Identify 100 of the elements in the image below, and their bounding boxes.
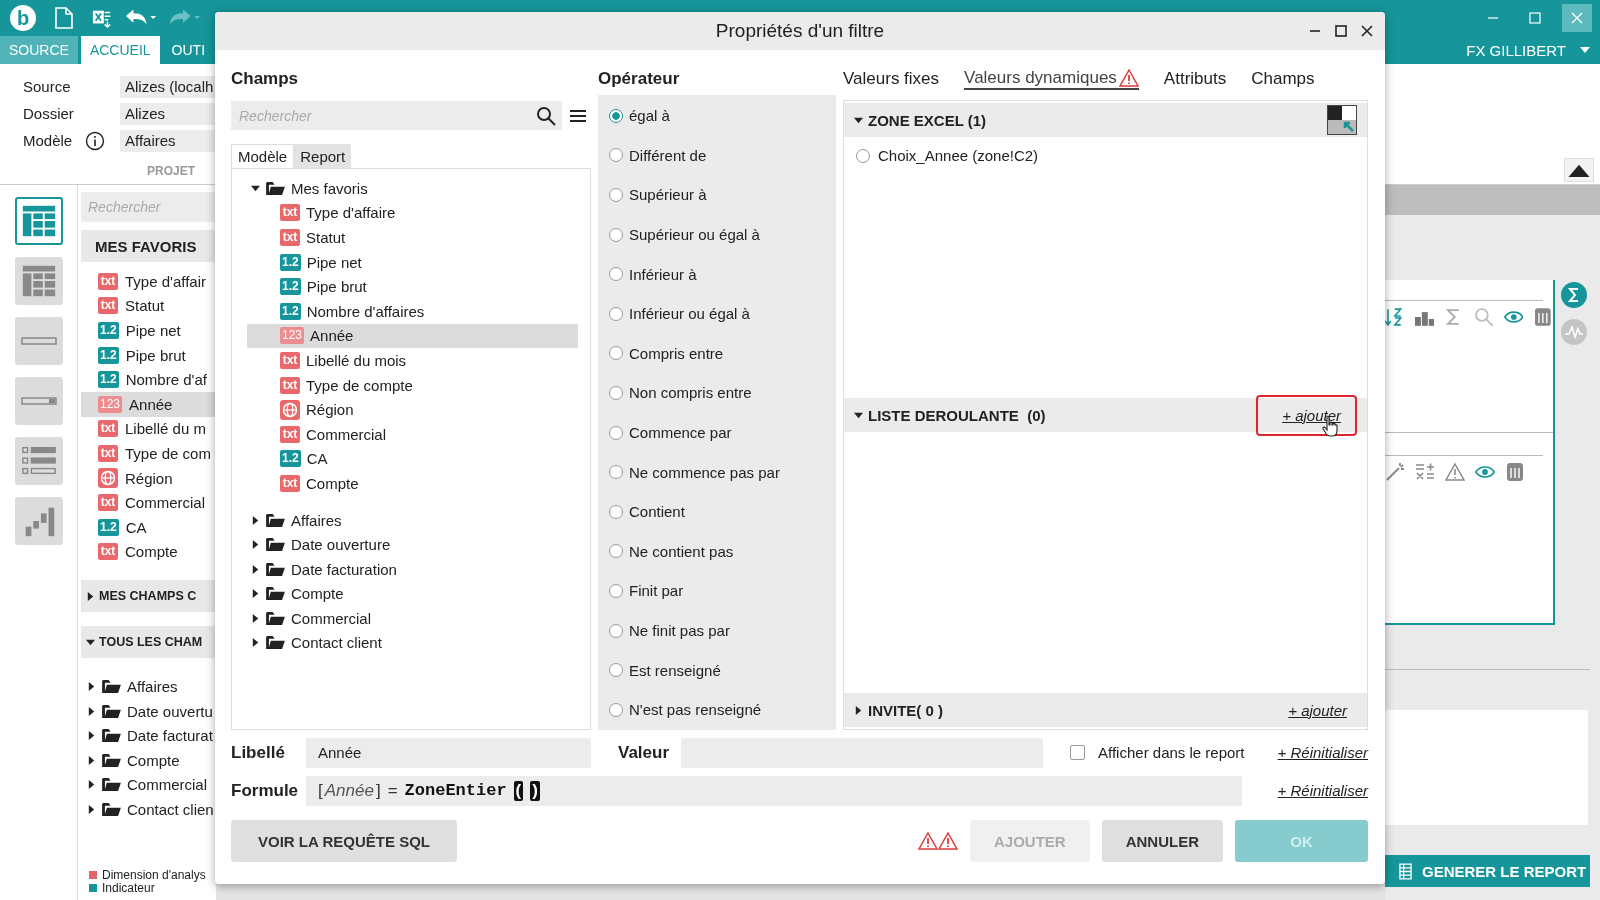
tree-label[interactable]: Affaires (127, 677, 178, 695)
radio-option[interactable]: Compris entre (598, 333, 836, 374)
reset-link[interactable]: + Réinitialiser (1277, 782, 1368, 799)
view-button[interactable] (14, 317, 63, 365)
trash-icon[interactable] (1533, 307, 1554, 327)
section-header[interactable]: ZONE EXCEL (1) (844, 103, 1367, 137)
caret-down-icon[interactable] (854, 115, 863, 125)
sum-icon[interactable] (1561, 282, 1587, 308)
caret-down-icon[interactable] (86, 637, 95, 647)
trash-icon[interactable] (1505, 462, 1525, 482)
formula-input[interactable]: [Année] = ZoneEntier ( ) (306, 775, 1242, 806)
caret-down-icon[interactable] (251, 183, 260, 193)
radio-option[interactable]: Ne commence pas par (598, 452, 836, 492)
tree-row[interactable]: txt Libellé du mois (247, 348, 578, 373)
radio-button[interactable] (609, 267, 623, 282)
tree-row[interactable]: Compte (247, 581, 578, 607)
tree-row[interactable]: txt Commercial (247, 421, 578, 447)
caret-right-icon[interactable] (251, 638, 260, 648)
app-logo[interactable]: b (10, 5, 36, 31)
tree-row[interactable]: txt Compte (247, 471, 578, 496)
action-button[interactable]: ANNULER (1101, 820, 1223, 862)
radio-option[interactable]: Supérieur à (598, 175, 836, 215)
radio-option[interactable]: Commence par (598, 412, 836, 453)
radio-option[interactable]: Différent de (598, 135, 836, 176)
tree-row[interactable]: Affaires (247, 507, 578, 533)
radio-button[interactable] (609, 663, 623, 678)
tab[interactable]: Valeurs fixes (843, 68, 940, 89)
radio-option[interactable]: Non compris entre (598, 373, 836, 413)
dropdown-field[interactable]: Alizes (120, 102, 215, 125)
field-row[interactable]: txt Type de com (81, 441, 216, 466)
radio-option[interactable]: égal à (598, 96, 836, 136)
view-button[interactable] (14, 377, 63, 425)
tab[interactable]: Report (294, 144, 352, 168)
user-name[interactable]: FX GILLIBERT (1466, 41, 1566, 59)
sql-query-button[interactable]: VOIR LA REQUÊTE SQL (231, 820, 457, 862)
tree-row[interactable]: txt Type d'affaire (247, 200, 578, 226)
cell-picker-icon[interactable] (1327, 105, 1357, 135)
section-header[interactable]: TOUS LES CHAM (81, 626, 216, 659)
radio-button[interactable] (609, 425, 623, 440)
field-row[interactable]: txt Statut (81, 293, 216, 319)
caret-right-icon[interactable] (251, 515, 260, 525)
radio-option[interactable]: Supérieur ou égal à (598, 214, 836, 255)
caret-right-icon[interactable] (251, 589, 260, 599)
radio-option[interactable]: N'est pas renseigné (598, 689, 836, 730)
radio-button[interactable] (609, 306, 623, 321)
caret-right-icon[interactable] (87, 706, 96, 716)
caret-right-icon[interactable] (87, 780, 96, 790)
tree-label[interactable]: Date facturat (127, 727, 213, 745)
radio-button[interactable] (609, 544, 623, 559)
view-button[interactable] (14, 257, 63, 305)
new-document-icon[interactable] (54, 7, 74, 29)
radio-option[interactable]: Finit par (598, 571, 836, 611)
tab[interactable]: Champs (1251, 68, 1315, 89)
radio-button[interactable] (609, 227, 623, 242)
tree-row[interactable]: 1.2 Nombre d'affaires (247, 298, 578, 324)
radio-option[interactable]: Ne contient pas (598, 531, 836, 572)
view-button[interactable] (14, 437, 63, 485)
section-header[interactable]: MES CHAMPS C (81, 580, 216, 613)
tab[interactable]: Modèle (231, 144, 295, 168)
caret-right-icon[interactable] (251, 564, 260, 574)
caret-right-icon[interactable] (251, 613, 260, 623)
radio-button[interactable] (856, 148, 870, 163)
caret-right-icon[interactable] (87, 755, 96, 765)
scroll-up-icon[interactable] (1564, 158, 1594, 182)
label-input[interactable]: Année (306, 737, 591, 768)
tree-row[interactable]: Mes favoris (247, 176, 578, 201)
field-row[interactable]: txt Libellé du m (81, 416, 216, 442)
search-icon[interactable] (536, 105, 556, 126)
tree-row[interactable]: Région (247, 397, 578, 422)
sort-icon[interactable] (1385, 307, 1405, 327)
tree-row[interactable]: Commercial (247, 606, 578, 631)
field-row[interactable]: txt Commercial (81, 490, 216, 515)
field-row[interactable]: 1.2 Nombre d'af (81, 367, 216, 392)
view-button[interactable] (14, 497, 63, 545)
tree-row[interactable]: Date ouverture (247, 532, 578, 557)
radio-button[interactable] (609, 623, 623, 638)
tree-label[interactable]: Compte (127, 751, 180, 769)
tree-label[interactable]: Contact clien (127, 800, 214, 818)
tree-row[interactable]: txt Statut (247, 225, 578, 250)
radio-button[interactable] (609, 188, 623, 202)
generate-report-button[interactable]: GENERER LE REPORT (1385, 855, 1590, 887)
radio-button[interactable] (609, 385, 623, 400)
tree-row[interactable]: 1.2 Pipe brut (247, 274, 578, 299)
radio-button[interactable] (609, 465, 623, 480)
caret-right-icon[interactable] (87, 731, 96, 741)
caret-right-icon[interactable] (854, 705, 863, 715)
reset-link[interactable]: + Réinitialiser (1277, 744, 1368, 761)
radio-button[interactable] (609, 702, 623, 717)
radio-option[interactable]: Choix_Annee (zone!C2) (844, 137, 1367, 164)
tree-row[interactable]: 123 Année (247, 323, 578, 349)
tab[interactable]: Valeurs dynamiques (964, 67, 1139, 90)
caret-right-icon[interactable] (86, 591, 95, 601)
radio-button[interactable] (609, 583, 623, 598)
radio-button[interactable] (609, 346, 623, 361)
caret-right-icon[interactable] (251, 540, 260, 550)
info-icon[interactable] (85, 130, 105, 151)
tree-label[interactable]: Commercial (127, 776, 207, 794)
field-row[interactable]: 123 Année (81, 391, 216, 417)
radio-option[interactable]: Inférieur à (598, 254, 836, 294)
checkbox[interactable] (1070, 745, 1086, 760)
